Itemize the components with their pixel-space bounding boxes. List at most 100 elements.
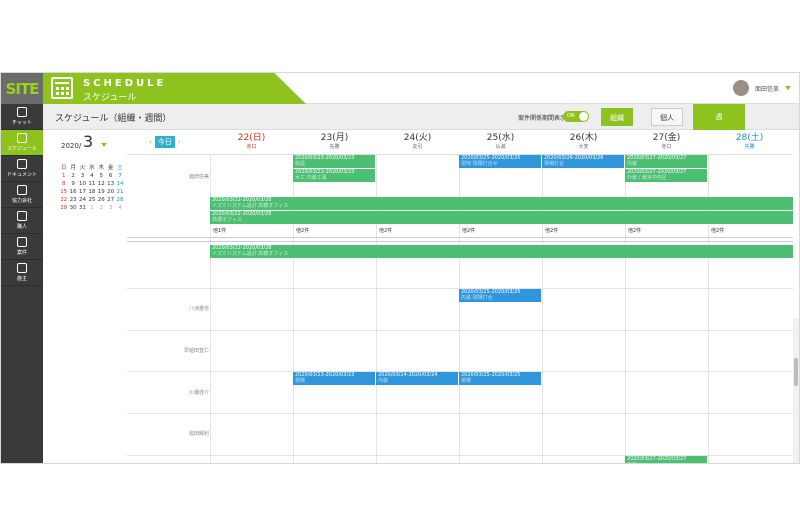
scrollbar[interactable] — [793, 318, 799, 463]
sidebar-item-label: 協力会社 — [11, 198, 32, 204]
event-block[interactable]: 2020/03/22-2020/03/28 イズミシステム設計 高橋オフィス — [210, 245, 793, 258]
day-header-22[interactable]: 22(日) 赤口 — [210, 130, 293, 150]
calendar-day[interactable]: 1 — [59, 173, 68, 179]
calendar-day[interactable]: 10 — [78, 181, 87, 187]
calendar-day[interactable]: 21 — [115, 189, 124, 195]
calendar-day[interactable]: 4 — [87, 173, 96, 179]
calendar-day[interactable]: 5 — [97, 173, 106, 179]
week-nav: ‹ 今日 › — [149, 136, 181, 148]
day-header-23[interactable]: 23(月) 先勝 — [293, 130, 376, 150]
calendar-day[interactable]: 26 — [97, 197, 106, 203]
event-block[interactable]: 2020/03/23-2020/03/23 木工 内装工事 — [293, 169, 375, 182]
individual-button[interactable]: 個人 — [651, 108, 683, 126]
weekday-label: 金 — [107, 165, 114, 171]
calendar-day[interactable]: 3 — [106, 205, 115, 211]
calendar-day[interactable]: 4 — [115, 205, 124, 211]
calendar-day[interactable]: 31 — [78, 205, 87, 211]
calendar-day[interactable]: 30 — [68, 205, 77, 211]
calendar-day[interactable]: 16 — [68, 189, 77, 195]
event-block[interactable]: 2020/03/23-2020/03/23 仮設 — [293, 155, 375, 168]
event-block[interactable]: 2020/03/25-2020/03/25 現場 — [459, 372, 541, 385]
sidebar-item-project[interactable]: 案件 — [1, 234, 43, 260]
calendar-day[interactable]: 12 — [97, 181, 106, 187]
more-events-link[interactable]: 他2件 — [628, 227, 641, 234]
mini-calendar-month[interactable]: 3 — [83, 132, 93, 151]
calendar-day[interactable]: 6 — [106, 173, 115, 179]
sidebar-item-schedule[interactable]: スケジュール — [1, 130, 43, 156]
day-header-25[interactable]: 25(水) 仏滅 — [459, 130, 542, 150]
event-block[interactable]: 2020/03/27-2020/03/27内装 — [625, 155, 707, 168]
next-week-button[interactable]: › — [178, 138, 181, 146]
calendar-day[interactable]: 18 — [87, 189, 96, 195]
more-events-link[interactable]: 他1件 — [213, 227, 226, 234]
more-events-link[interactable]: 他2件 — [545, 227, 558, 234]
calendar-day[interactable]: 17 — [78, 189, 87, 195]
calendar-day[interactable]: 23 — [68, 197, 77, 203]
period-toggle[interactable]: ON — [563, 111, 589, 122]
document-icon — [17, 159, 27, 169]
calendar-day[interactable]: 15 — [59, 189, 68, 195]
sidebar-item-worker[interactable]: 職人 — [1, 208, 43, 234]
calendar-day[interactable]: 20 — [106, 189, 115, 195]
calendar-day[interactable]: 29 — [59, 205, 68, 211]
worker-icon — [17, 211, 27, 221]
calendar-day[interactable]: 1 — [87, 205, 96, 211]
day-header-26[interactable]: 26(木) 大安 — [542, 130, 625, 150]
event-block[interactable]: 2020/03/22-2020/03/28 高橋オフィス — [210, 211, 793, 224]
today-button[interactable]: 今日 — [154, 136, 175, 148]
day-header-27[interactable]: 27(金) 赤口 — [625, 130, 708, 150]
sidebar-item-label: チャット — [12, 120, 32, 126]
weekday-label: 日 — [60, 165, 67, 171]
calendar-day[interactable]: 7 — [115, 173, 124, 179]
sidebar-item-document[interactable]: ドキュメント — [1, 156, 43, 182]
event-block[interactable]: 2020/03/27-2020/03/27内装 — [625, 456, 707, 463]
event-block[interactable]: 2020/03/26-2020/03/26 現場打合 — [542, 155, 624, 168]
user-menu[interactable]: 面田信美 — [732, 80, 791, 96]
week-button[interactable]: 週 — [693, 104, 745, 130]
event-block[interactable]: 2020/03/27-2020/03/27 外装 / 東京中央区 — [625, 169, 707, 182]
event-block[interactable]: 2020/03/25-2020/03/25 内装 現場打合 — [459, 289, 541, 302]
calendar-day[interactable]: 2 — [97, 205, 106, 211]
brand-title: SCHEDULE — [83, 78, 167, 89]
sidebar-item-chat[interactable]: チャット — [1, 104, 43, 130]
calendar-day[interactable]: 24 — [78, 197, 87, 203]
event-block[interactable]: 2020/03/24-2020/03/24 内装 — [376, 372, 458, 385]
chat-icon — [17, 107, 27, 117]
calendar-day[interactable]: 25 — [87, 197, 96, 203]
more-events-link[interactable]: 他2件 — [711, 227, 724, 234]
event-block[interactable]: 2020/03/25-2020/03/25 現地 現場打合せ — [459, 155, 541, 168]
scrollbar-thumb[interactable] — [794, 358, 798, 386]
sidebar-item-owner[interactable]: 施主 — [1, 260, 43, 286]
chevron-down-icon[interactable] — [101, 143, 107, 147]
calendar-day[interactable]: 8 — [59, 181, 68, 187]
more-events-link[interactable]: 他2件 — [462, 227, 475, 234]
prev-week-button[interactable]: ‹ — [149, 138, 152, 146]
calendar-day[interactable]: 2 — [68, 173, 77, 179]
weekday-label: 水 — [89, 165, 95, 171]
site-logo[interactable]: SITE — [1, 73, 43, 104]
calendar-day[interactable]: 13 — [106, 181, 115, 187]
more-events-link[interactable]: 他2件 — [296, 227, 309, 234]
sidebar-item-label: ドキュメント — [6, 172, 37, 178]
user-name: 面田信美 — [754, 85, 779, 93]
calendar-day[interactable]: 27 — [106, 197, 115, 203]
calendar-day[interactable]: 9 — [68, 181, 77, 187]
calendar-day[interactable]: 3 — [78, 173, 87, 179]
calendar-day[interactable]: 11 — [87, 181, 96, 187]
event-block[interactable]: 2020/03/22-2020/03/28 イズミシステム設計 高橋オフィス — [210, 197, 793, 210]
more-events-link[interactable]: 他2件 — [379, 227, 392, 234]
week-header: ‹ 今日 › 22(日) 赤口 23(月) 先勝 24(火) 友引 25(水) 仏滅 26(… — [127, 130, 799, 154]
weekday-label: 土 — [117, 165, 123, 171]
calendar-icon — [51, 77, 73, 99]
sidebar-item-partner[interactable]: 協力会社 — [1, 182, 43, 208]
calendar-day[interactable]: 19 — [97, 189, 106, 195]
calendar-day[interactable]: 22 — [59, 197, 68, 203]
event-block[interactable]: 2020/03/23-2020/03/23 現場 — [293, 372, 375, 385]
row-label: 面田信美 — [188, 174, 209, 180]
day-header-28[interactable]: 28(土) 先勝 — [708, 130, 791, 150]
avatar — [732, 80, 749, 96]
day-header-24[interactable]: 24(火) 友引 — [376, 130, 459, 150]
org-button[interactable]: 組織 — [601, 108, 633, 126]
calendar-day[interactable]: 14 — [115, 181, 124, 187]
calendar-day[interactable]: 28 — [115, 197, 124, 203]
